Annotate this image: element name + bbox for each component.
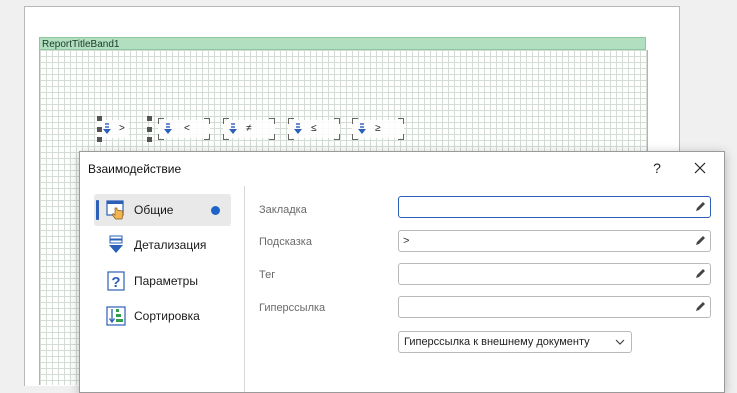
help-button[interactable]: ?	[647, 158, 667, 178]
corner-mark	[398, 134, 404, 140]
chevron-down-icon	[615, 339, 625, 345]
pencil-icon[interactable]	[694, 201, 706, 213]
report-title-band-header[interactable]: ReportTitleBand1	[39, 37, 646, 50]
sort-icon	[106, 306, 126, 326]
control-symbol: ≤	[311, 123, 317, 134]
corner-mark	[204, 134, 210, 140]
drilldown-icon	[164, 123, 172, 134]
control-symbol: >	[119, 123, 125, 134]
pencil-icon[interactable]	[694, 235, 706, 247]
sidebar-item-label: Сортировка	[134, 309, 200, 323]
close-icon[interactable]	[689, 157, 711, 179]
corner-mark	[269, 118, 275, 124]
svg-text:?: ?	[111, 274, 120, 291]
question-icon: ?	[107, 271, 125, 291]
control-symbol: ≠	[246, 123, 252, 134]
condition-control-le[interactable]: ≤	[288, 118, 340, 140]
selection-handle[interactable]	[147, 116, 152, 121]
selection-handle[interactable]	[97, 127, 102, 132]
modified-indicator-dot	[211, 206, 220, 215]
tooltip-field[interactable]: >	[398, 230, 711, 252]
tooltip-label: Подсказка	[259, 236, 312, 248]
sidebar-item-general[interactable]: Общие	[94, 194, 231, 226]
corner-mark	[269, 134, 275, 140]
corner-mark	[334, 134, 340, 140]
corner-mark	[204, 118, 210, 124]
bookmark-label: Закладка	[259, 204, 307, 216]
sidebar-item-drilldown[interactable]: Детализация	[94, 229, 231, 261]
selection-handle[interactable]	[147, 137, 152, 142]
condition-control-ge[interactable]: ≥	[352, 118, 404, 140]
hand-pointer-icon	[106, 200, 124, 220]
control-symbol: ≥	[375, 123, 381, 134]
active-indicator-bar	[96, 200, 99, 220]
pencil-icon[interactable]	[694, 301, 706, 313]
dialog-title: Взаимодействие	[88, 162, 182, 176]
condition-control-ne[interactable]: ≠	[223, 118, 275, 140]
drilldown-icon	[103, 123, 111, 134]
drilldown-icon	[358, 123, 366, 134]
hyperlink-type-select[interactable]: Гиперссылка к внешнему документу	[398, 331, 632, 353]
corner-mark	[398, 118, 404, 124]
interaction-dialog: Взаимодействие ? Общие Детализация ? Пар…	[79, 151, 725, 393]
hyperlink-field[interactable]	[398, 296, 711, 318]
selection-handle[interactable]	[97, 137, 102, 142]
sidebar-item-label: Общие	[134, 203, 174, 217]
condition-control-lt[interactable]: <	[158, 118, 210, 140]
drilldown-icon	[229, 123, 237, 134]
bookmark-field[interactable]	[398, 196, 711, 218]
sidebar-item-parameters[interactable]: ? Параметры	[94, 265, 231, 297]
control-symbol: <	[184, 123, 190, 134]
condition-control-gt[interactable]: >	[97, 116, 152, 142]
sidebar-item-sorting[interactable]: Сортировка	[94, 300, 231, 332]
tag-field[interactable]	[398, 263, 711, 285]
hyperlink-type-value: Гиперссылка к внешнему документу	[404, 336, 590, 348]
hyperlink-label: Гиперссылка	[259, 302, 326, 314]
corner-mark	[334, 118, 340, 124]
drilldown-icon	[294, 123, 302, 134]
drilldown-icon	[109, 235, 123, 253]
selection-handle[interactable]	[147, 127, 152, 132]
dialog-sidebar: Общие Детализация ? Параметры Сортировка	[80, 186, 245, 392]
sidebar-item-label: Детализация	[134, 238, 207, 252]
tag-label: Тег	[259, 269, 276, 281]
tooltip-value: >	[403, 235, 410, 247]
pencil-icon[interactable]	[694, 268, 706, 280]
selection-handle[interactable]	[97, 116, 102, 121]
sidebar-item-label: Параметры	[134, 274, 198, 288]
